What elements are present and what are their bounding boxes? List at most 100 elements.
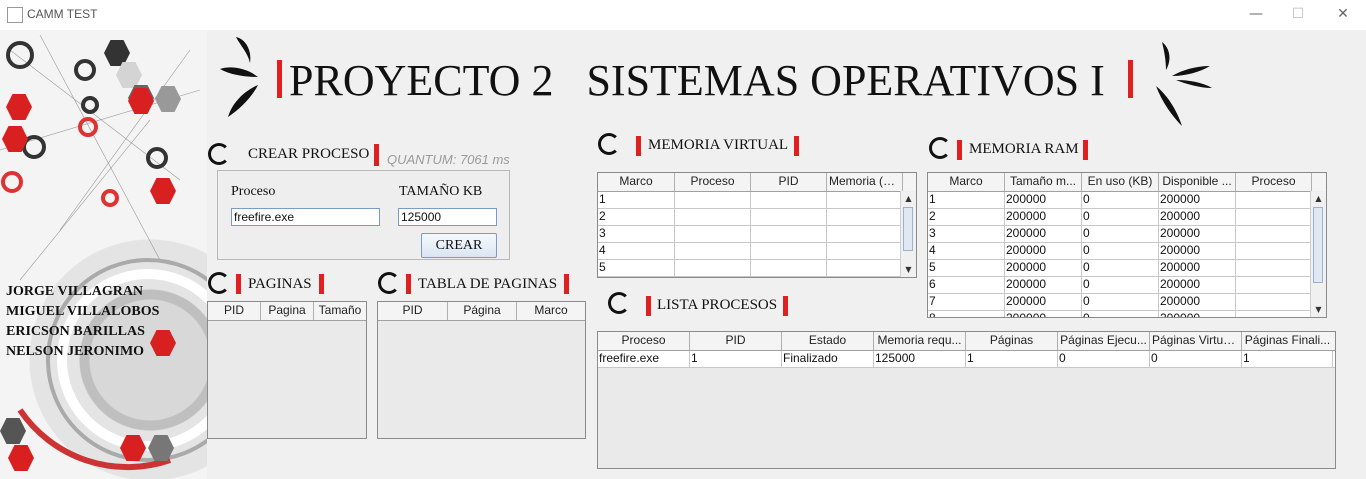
table-cell[interactable]	[827, 226, 903, 242]
table-cell[interactable]	[675, 243, 751, 259]
table-cell[interactable]	[751, 260, 827, 276]
table-cell[interactable]	[827, 243, 903, 259]
table-cell[interactable]	[751, 226, 827, 242]
table-cell[interactable]: 2	[928, 209, 1005, 225]
table-cell[interactable]	[1236, 226, 1312, 242]
column-header[interactable]: PID	[690, 332, 782, 350]
paginas-table[interactable]: PID Pagina Tamaño	[207, 301, 367, 439]
column-header[interactable]: PID	[751, 173, 827, 191]
crear-button[interactable]: CREAR	[421, 233, 497, 258]
table-cell[interactable]: 0	[1150, 351, 1242, 367]
table-cell[interactable]: 200000	[1005, 294, 1082, 310]
table-cell[interactable]: 1	[966, 351, 1058, 367]
table-cell[interactable]: 0	[1082, 192, 1159, 208]
table-cell[interactable]: 1	[928, 192, 1005, 208]
table-cell[interactable]: 200000	[1005, 192, 1082, 208]
table-cell[interactable]	[827, 209, 903, 225]
table-cell[interactable]: 0	[1082, 209, 1159, 225]
table-cell[interactable]	[675, 277, 751, 278]
table-cell[interactable]	[1236, 209, 1312, 225]
table-row[interactable]: 6 200000 0 200000	[928, 277, 1326, 294]
table-cell[interactable]: 200000	[1159, 260, 1236, 276]
tabla-paginas-table[interactable]: PID Página Marco	[377, 301, 586, 439]
table-row[interactable]: 6	[598, 277, 916, 278]
table-row[interactable]: 3	[598, 226, 916, 243]
column-header[interactable]: Proceso	[675, 173, 751, 191]
table-cell[interactable]	[1236, 192, 1312, 208]
table-cell[interactable]: 0	[1082, 260, 1159, 276]
column-header[interactable]: Estado	[782, 332, 874, 350]
memoria-ram-table[interactable]: Marco Tamaño m... En uso (KB) Disponible…	[927, 172, 1327, 318]
table-cell[interactable]: 0	[1058, 351, 1150, 367]
table-cell[interactable]: 3	[928, 226, 1005, 242]
table-cell[interactable]: 0	[1082, 277, 1159, 293]
table-cell[interactable]: 0	[1082, 226, 1159, 242]
table-cell[interactable]: 200000	[1005, 243, 1082, 259]
column-header[interactable]: Páginas Virtua...	[1150, 332, 1242, 350]
column-header[interactable]: Proceso	[1236, 173, 1312, 191]
table-row[interactable]: 8 200000 0 200000	[928, 311, 1326, 317]
table-cell[interactable]: 2	[598, 209, 675, 225]
table-row[interactable]: 4 200000 0 200000	[928, 243, 1326, 260]
table-cell[interactable]: 200000	[1159, 209, 1236, 225]
table-cell[interactable]: 4	[598, 243, 675, 259]
table-cell[interactable]: 6	[928, 277, 1005, 293]
table-cell[interactable]	[1236, 311, 1312, 317]
table-cell[interactable]: 125000	[874, 351, 966, 367]
table-cell[interactable]	[1236, 260, 1312, 276]
table-cell[interactable]	[827, 260, 903, 276]
table-row[interactable]: 1	[598, 192, 916, 209]
table-cell[interactable]	[675, 226, 751, 242]
column-header[interactable]: Marco	[598, 173, 675, 191]
column-header[interactable]: Pagina	[261, 302, 314, 320]
table-cell[interactable]: 0	[1082, 311, 1159, 317]
table-row[interactable]: 5 200000 0 200000	[928, 260, 1326, 277]
scrollbar[interactable]: ▲ ▼	[1310, 191, 1326, 317]
table-cell[interactable]	[827, 192, 903, 208]
table-cell[interactable]: 6	[598, 277, 675, 278]
table-cell[interactable]: 200000	[1005, 209, 1082, 225]
column-header[interactable]: Marco	[517, 302, 585, 320]
scroll-down-icon[interactable]: ▼	[901, 262, 916, 277]
column-header[interactable]: Proceso	[598, 332, 690, 350]
table-cell[interactable]: 3	[598, 226, 675, 242]
table-cell[interactable]: 200000	[1005, 226, 1082, 242]
memoria-virtual-table[interactable]: Marco Proceso PID Memoria (K... 123456 ▲…	[597, 172, 917, 278]
table-cell[interactable]: 5	[598, 260, 675, 276]
column-header[interactable]: Páginas Ejecu...	[1058, 332, 1150, 350]
scroll-up-icon[interactable]: ▲	[1311, 191, 1326, 206]
scroll-thumb[interactable]	[903, 207, 913, 251]
table-row[interactable]: 2	[598, 209, 916, 226]
table-cell[interactable]: 5	[928, 260, 1005, 276]
scroll-up-icon[interactable]: ▲	[901, 191, 916, 206]
table-cell[interactable]	[675, 209, 751, 225]
table-cell[interactable]: 200000	[1159, 277, 1236, 293]
column-header[interactable]: Marco	[928, 173, 1005, 191]
maximize-button[interactable]: ☐	[1290, 6, 1306, 22]
minimize-button[interactable]: —	[1248, 6, 1264, 22]
table-cell[interactable]	[1236, 277, 1312, 293]
table-row[interactable]: 3 200000 0 200000	[928, 226, 1326, 243]
scroll-thumb[interactable]	[1313, 207, 1323, 283]
table-cell[interactable]: 7	[928, 294, 1005, 310]
table-cell[interactable]: 1	[1242, 351, 1333, 367]
table-cell[interactable]: 0	[1082, 243, 1159, 259]
table-cell[interactable]: freefire.exe	[598, 351, 690, 367]
table-cell[interactable]: 1	[690, 351, 782, 367]
table-cell[interactable]: 1	[598, 192, 675, 208]
column-header[interactable]: Páginas Finali...	[1242, 332, 1333, 350]
table-cell[interactable]	[827, 277, 903, 278]
table-cell[interactable]: 200000	[1005, 277, 1082, 293]
tamano-input[interactable]: 125000	[398, 208, 497, 226]
table-row[interactable]: 7 200000 0 200000	[928, 294, 1326, 311]
table-cell[interactable]: 200000	[1159, 294, 1236, 310]
table-row[interactable]: 5	[598, 260, 916, 277]
table-cell[interactable]	[675, 192, 751, 208]
column-header[interactable]: PID	[208, 302, 261, 320]
table-cell[interactable]: 200000	[1005, 260, 1082, 276]
scrollbar[interactable]: ▲ ▼	[900, 191, 916, 277]
column-header[interactable]: En uso (KB)	[1082, 173, 1159, 191]
table-row[interactable]: 1 200000 0 200000	[928, 192, 1326, 209]
table-cell[interactable]: 8	[928, 311, 1005, 317]
table-cell[interactable]	[1236, 294, 1312, 310]
